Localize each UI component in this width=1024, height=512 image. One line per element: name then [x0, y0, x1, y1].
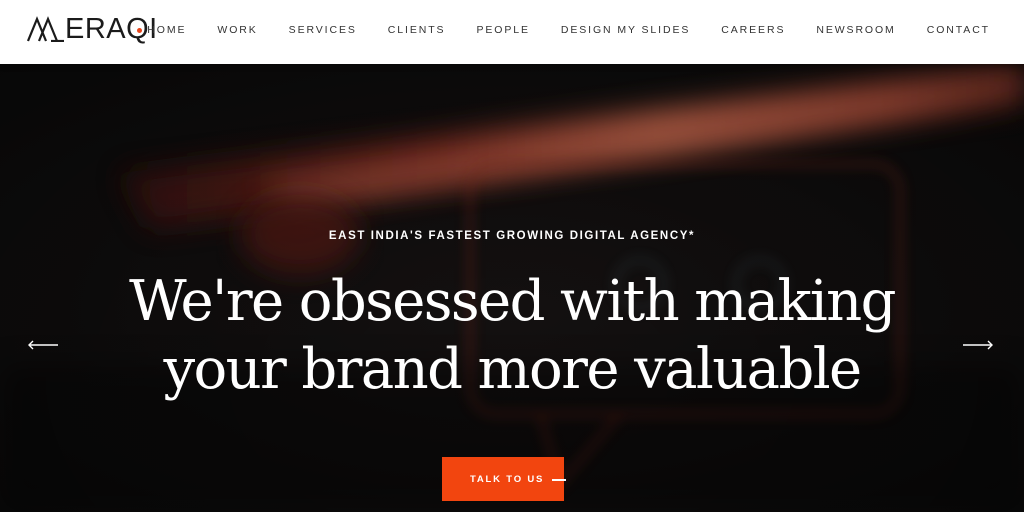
headline-line-1: We're obsessed with making	[129, 269, 896, 334]
arrow-left-icon[interactable]	[27, 338, 59, 352]
main-nav: HOME WORK SERVICES CLIENTS PEOPLE DESIGN…	[137, 0, 990, 60]
meraqi-m-mark-icon	[27, 16, 64, 42]
nav-item-careers[interactable]: CAREERS	[721, 24, 785, 36]
hero-headline: We're obsessed with making your brand mo…	[0, 268, 1024, 404]
nav-item-home[interactable]: HOME	[137, 24, 186, 36]
cta-line-icon	[552, 479, 566, 481]
nav-item-newsroom[interactable]: NEWSROOM	[816, 24, 895, 36]
nav-item-people[interactable]: PEOPLE	[476, 24, 529, 36]
hero-slider: EAST INDIA'S FASTEST GROWING DIGITAL AGE…	[0, 64, 1024, 512]
talk-to-us-button[interactable]: TALK TO US	[442, 457, 564, 501]
nav-item-design-my-slides[interactable]: DESIGN MY SLIDES	[561, 24, 690, 36]
nav-item-work[interactable]: WORK	[217, 24, 257, 36]
site-header: ERAQI HOME WORK SERVICES CLIENTS PEOPLE …	[0, 0, 1024, 64]
nav-item-label: HOME	[147, 24, 187, 36]
headline-line-2: your brand more valuable	[163, 337, 862, 402]
nav-item-contact[interactable]: CONTACT	[927, 24, 990, 36]
active-indicator-dot	[137, 27, 143, 33]
nav-item-clients[interactable]: CLIENTS	[388, 24, 446, 36]
arrow-right-icon[interactable]	[962, 338, 994, 352]
nav-item-services[interactable]: SERVICES	[289, 24, 357, 36]
hero-eyebrow: EAST INDIA'S FASTEST GROWING DIGITAL AGE…	[328, 230, 696, 242]
